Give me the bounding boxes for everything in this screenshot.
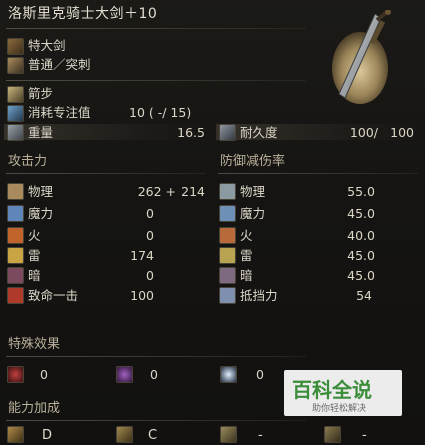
frost-icon [220,366,237,383]
attack-label: 雷 [28,248,41,263]
poison-icon [116,366,133,383]
attack-value: 100 [130,288,154,303]
dexterity-grade: C [148,428,158,443]
attack-value: 262 + [137,184,176,199]
attack-label: 火 [28,228,41,243]
attack-value: 0 [146,228,154,243]
defense-header: 防御减伤率 [220,154,286,169]
effect-value: 0 [150,367,158,382]
defense-value: 40.0 [347,228,375,243]
attack-value: 174 [130,248,154,263]
physical-attack-icon [7,183,24,200]
defense-value: 55.0 [347,184,375,199]
dark-defense-icon [219,267,236,284]
intelligence-grade: - [258,428,263,443]
special-divider [6,356,306,357]
attack-bonus: 214 [181,184,205,199]
effect-value: 0 [40,367,48,382]
attack-header: 攻击力 [8,154,48,169]
weapon-image [315,9,405,110]
defense-divider [218,173,418,174]
weight-label: 重量 [28,125,54,140]
strength-grade: D [42,428,53,443]
attack-label: 暗 [28,268,41,283]
greatsword-icon [332,9,391,104]
attack-label: 物理 [28,184,54,199]
title-divider [6,28,306,29]
weight-value: 16.5 [177,125,205,140]
scaling-header: 能力加成 [8,401,61,416]
attack-type: 普通／突刺 [28,57,91,72]
effect-value: 0 [256,367,264,382]
fp-cost-value: 10 ( -/ 15) [129,105,192,120]
fp-cost-label: 消耗专注值 [28,105,91,120]
durability-icon [219,124,236,141]
faith-grade: - [362,428,367,443]
skill-icon [7,86,24,103]
weight-icon [7,124,24,141]
stability-icon [219,287,236,304]
dexterity-icon [116,426,133,443]
lightning-defense-icon [219,247,236,264]
weapon-type: 特大剑 [28,38,66,53]
defense-label: 雷 [240,248,253,263]
bleed-icon [7,366,24,383]
critical-icon [7,287,24,304]
defense-label: 魔力 [240,206,266,221]
fire-defense-icon [219,227,236,244]
watermark-logo: 百科全说 助你轻松解决 [284,370,402,416]
defense-value: 45.0 [347,268,375,283]
fp-icon [7,105,24,122]
magic-attack-icon [7,205,24,222]
attack-label: 致命一击 [28,288,79,303]
attack-divider [6,173,206,174]
watermark-brand: 百科全说 [292,378,372,402]
magic-defense-icon [219,205,236,222]
fire-attack-icon [7,227,24,244]
lightning-attack-icon [7,247,24,264]
strength-icon [7,426,24,443]
intelligence-icon [220,426,237,443]
durability-value: 100/ [349,125,378,140]
attack-value: 0 [146,206,154,221]
skill-name: 箭步 [28,86,54,101]
dark-attack-icon [7,267,24,284]
defense-value: 45.0 [347,248,375,263]
durability-max: 100 [390,125,414,140]
physical-defense-icon [219,183,236,200]
special-effects-header: 特殊效果 [8,337,61,352]
defense-label: 抵挡力 [240,288,278,303]
weapon-title: 洛斯里克骑士大剑＋10 [8,6,158,22]
weapon-type-icon [7,38,24,55]
scaling-divider [6,420,306,421]
attack-type-icon [7,57,24,74]
attack-value: 0 [146,268,154,283]
watermark-subtitle: 助你轻松解决 [312,404,367,414]
durability-label: 耐久度 [240,125,278,140]
faith-icon [324,426,341,443]
defense-value: 54 [356,288,372,303]
defense-label: 火 [240,228,253,243]
defense-label: 物理 [240,184,266,199]
attack-label: 魔力 [28,206,54,221]
divider [6,80,306,81]
defense-value: 45.0 [347,206,375,221]
defense-label: 暗 [240,268,253,283]
